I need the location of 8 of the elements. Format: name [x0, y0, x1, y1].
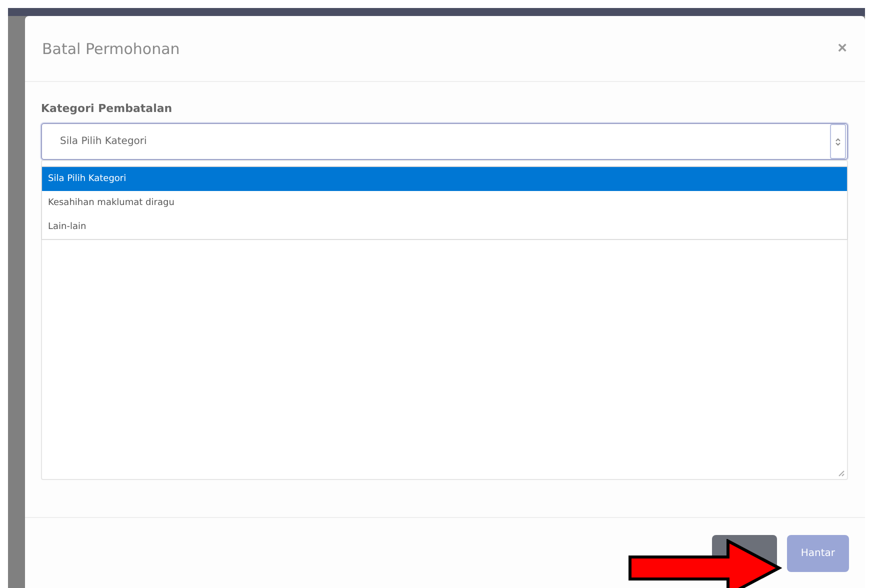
category-select[interactable]: Sila Pilih Kategori [41, 123, 848, 160]
spinner-icon [830, 124, 846, 159]
field-label: Kategori Pembatalan [41, 102, 174, 115]
resize-grip-icon [838, 470, 845, 477]
dropdown-option[interactable]: Sila Pilih Kategori [42, 167, 847, 191]
modal-title: Batal Permohonan [42, 40, 180, 58]
dropdown-option[interactable]: Lain-lain [42, 215, 847, 239]
dropdown-option[interactable]: Kesahihan maklumat diragu [42, 191, 847, 215]
